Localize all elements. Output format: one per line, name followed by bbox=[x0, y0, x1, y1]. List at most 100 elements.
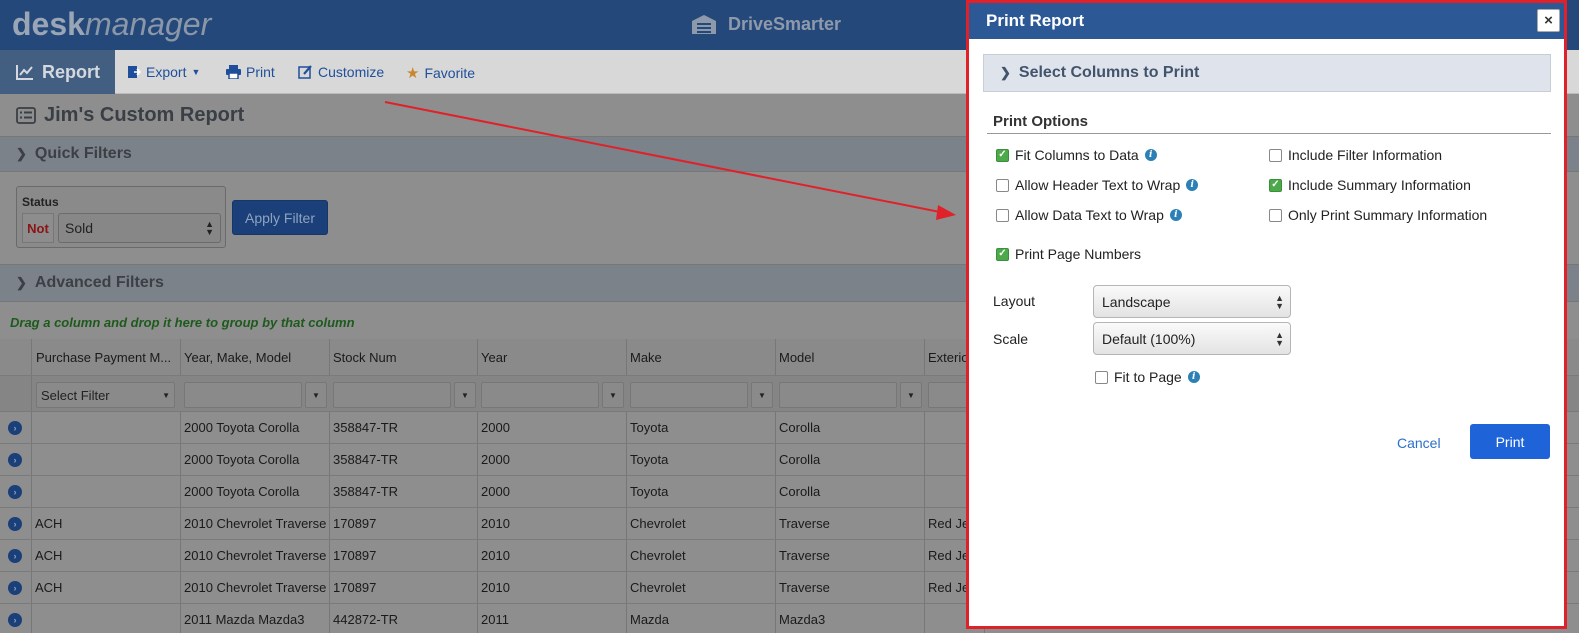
export-label: Export bbox=[146, 64, 187, 80]
year-filter-input[interactable] bbox=[481, 382, 599, 408]
not-toggle[interactable]: Not bbox=[22, 213, 54, 243]
make-filter-dropdown[interactable]: ▼ bbox=[751, 382, 773, 408]
table-cell: 170897 bbox=[330, 508, 478, 539]
cancel-button[interactable]: Cancel bbox=[1397, 435, 1441, 451]
column-header-purchase-payment[interactable]: Purchase Payment M... bbox=[32, 339, 181, 375]
column-header-model[interactable]: Model bbox=[776, 339, 925, 375]
checkbox-box[interactable] bbox=[1269, 148, 1282, 162]
group-by-drop-zone[interactable]: Drag a column and drop it here to group … bbox=[10, 315, 355, 330]
row-expander[interactable]: › bbox=[0, 508, 32, 539]
row-expander[interactable]: › bbox=[0, 572, 32, 603]
checkbox-box[interactable]: ✓ bbox=[1269, 178, 1282, 192]
row-expander[interactable]: › bbox=[0, 540, 32, 571]
table-cell bbox=[32, 444, 181, 475]
filter-info-checkbox[interactable]: Include Filter Information bbox=[1269, 147, 1442, 163]
fit-to-page-checkbox[interactable]: Fit to Page i bbox=[1095, 369, 1200, 385]
layout-label: Layout bbox=[993, 293, 1036, 309]
payment-filter-value: Select Filter bbox=[41, 387, 110, 403]
model-filter-dropdown[interactable]: ▼ bbox=[900, 382, 922, 408]
info-icon[interactable]: i bbox=[1186, 179, 1199, 191]
customize-button[interactable]: Customize bbox=[298, 64, 384, 80]
table-cell bbox=[32, 476, 181, 507]
caret-down-icon: ▼ bbox=[162, 390, 170, 400]
line-chart-icon bbox=[16, 65, 33, 80]
page-numbers-label: Print Page Numbers bbox=[1015, 246, 1142, 262]
export-menu[interactable]: Export ▼ bbox=[127, 64, 200, 80]
stock-num-filter-dropdown[interactable]: ▼ bbox=[454, 382, 476, 408]
favorite-button[interactable]: ★ Favorite bbox=[406, 64, 475, 82]
report-label: Report bbox=[42, 61, 100, 82]
table-cell: 2010 Chevrolet Traverse bbox=[181, 540, 330, 571]
page-numbers-checkbox[interactable]: ✓ Print Page Numbers bbox=[996, 246, 1141, 262]
table-cell: 170897 bbox=[330, 572, 478, 603]
column-header-year[interactable]: Year bbox=[478, 339, 627, 375]
checkbox-box[interactable]: ✓ bbox=[996, 148, 1009, 162]
checkbox-box[interactable]: ✓ bbox=[996, 247, 1009, 261]
year-make-model-filter-input[interactable] bbox=[184, 382, 302, 408]
table-cell: Mazda3 bbox=[776, 604, 925, 633]
info-icon[interactable]: i bbox=[1144, 149, 1157, 161]
advanced-filters-label: Advanced Filters bbox=[34, 274, 164, 291]
data-wrap-checkbox[interactable]: Allow Data Text to Wrap i bbox=[996, 207, 1182, 223]
expand-row-icon[interactable]: › bbox=[8, 612, 22, 627]
status-filter: Status Not Sold ▲ ▼ bbox=[16, 186, 226, 248]
deskmanager-logo[interactable]: deskmanager bbox=[12, 6, 211, 43]
column-header-make[interactable]: Make bbox=[627, 339, 776, 375]
payment-filter-select[interactable]: Select Filter ▼ bbox=[36, 382, 175, 408]
make-filter-input[interactable] bbox=[630, 382, 748, 408]
row-expander[interactable]: › bbox=[0, 444, 32, 475]
checkbox-box[interactable] bbox=[996, 208, 1009, 222]
expand-row-icon[interactable]: › bbox=[8, 420, 22, 435]
expand-row-icon[interactable]: › bbox=[8, 484, 22, 499]
table-cell: 358847-TR bbox=[330, 444, 478, 475]
checkbox-box[interactable] bbox=[1269, 208, 1282, 222]
close-button[interactable]: × bbox=[1537, 9, 1560, 32]
row-expander[interactable]: › bbox=[0, 476, 32, 507]
table-cell: Toyota bbox=[627, 412, 776, 443]
column-header-year-make-model[interactable]: Year, Make, Model bbox=[181, 339, 330, 375]
expand-row-icon[interactable]: › bbox=[8, 516, 22, 531]
header-wrap-checkbox[interactable]: Allow Header Text to Wrap i bbox=[996, 177, 1199, 193]
print-toolbar-button[interactable]: Print bbox=[226, 64, 275, 80]
summary-info-label: Include Summary Information bbox=[1288, 177, 1471, 193]
only-summary-checkbox[interactable]: Only Print Summary Information bbox=[1269, 207, 1487, 223]
model-filter-input[interactable] bbox=[779, 382, 897, 408]
table-cell: Toyota bbox=[627, 444, 776, 475]
expand-row-icon[interactable]: › bbox=[8, 548, 22, 563]
status-select[interactable]: Sold ▲ ▼ bbox=[58, 213, 221, 243]
print-button[interactable]: Print bbox=[1470, 424, 1550, 459]
report-tab[interactable]: Report bbox=[0, 50, 115, 94]
row-expander[interactable]: › bbox=[0, 412, 32, 443]
year-filter-dropdown[interactable]: ▼ bbox=[602, 382, 624, 408]
row-expander[interactable]: › bbox=[0, 604, 32, 633]
checkbox-box[interactable] bbox=[1095, 370, 1108, 384]
expand-column-header bbox=[0, 339, 32, 375]
year-make-model-filter-dropdown[interactable]: ▼ bbox=[305, 382, 327, 408]
scale-select[interactable]: Default (100%) ▲ ▼ bbox=[1093, 322, 1291, 355]
fit-columns-label: Fit Columns to Data bbox=[1015, 147, 1139, 163]
layout-select[interactable]: Landscape ▲ ▼ bbox=[1093, 285, 1291, 318]
page-title: Jim's Custom Report bbox=[16, 104, 244, 127]
stock-num-filter-input[interactable] bbox=[333, 382, 451, 408]
app-root: deskmanager DriveSmarter Report Export ▼ bbox=[0, 0, 1579, 633]
info-icon[interactable]: i bbox=[1169, 209, 1182, 221]
print-report-dialog: Print Report × ❯ Select Columns to Print… bbox=[966, 0, 1567, 629]
apply-filter-button[interactable]: Apply Filter bbox=[232, 200, 328, 235]
caret-down-icon: ▼ bbox=[191, 67, 201, 77]
printer-icon bbox=[226, 65, 241, 79]
fit-columns-checkbox[interactable]: ✓ Fit Columns to Data i bbox=[996, 147, 1157, 163]
table-cell: 2000 bbox=[478, 476, 627, 507]
expand-row-icon[interactable]: › bbox=[8, 580, 22, 595]
expand-row-icon[interactable]: › bbox=[8, 452, 22, 467]
summary-info-checkbox[interactable]: ✓ Include Summary Information bbox=[1269, 177, 1471, 193]
table-cell: Corolla bbox=[776, 412, 925, 443]
table-cell: 2011 Mazda Mazda3 bbox=[181, 604, 330, 633]
info-icon[interactable]: i bbox=[1187, 371, 1200, 383]
checkbox-box[interactable] bbox=[996, 178, 1009, 192]
column-header-stock-num[interactable]: Stock Num bbox=[330, 339, 478, 375]
scale-value: Default (100%) bbox=[1102, 330, 1196, 347]
table-cell: 2010 Chevrolet Traverse bbox=[181, 572, 330, 603]
table-cell: 442872-TR bbox=[330, 604, 478, 633]
select-columns-section[interactable]: ❯ Select Columns to Print bbox=[983, 54, 1551, 92]
table-cell: Corolla bbox=[776, 444, 925, 475]
